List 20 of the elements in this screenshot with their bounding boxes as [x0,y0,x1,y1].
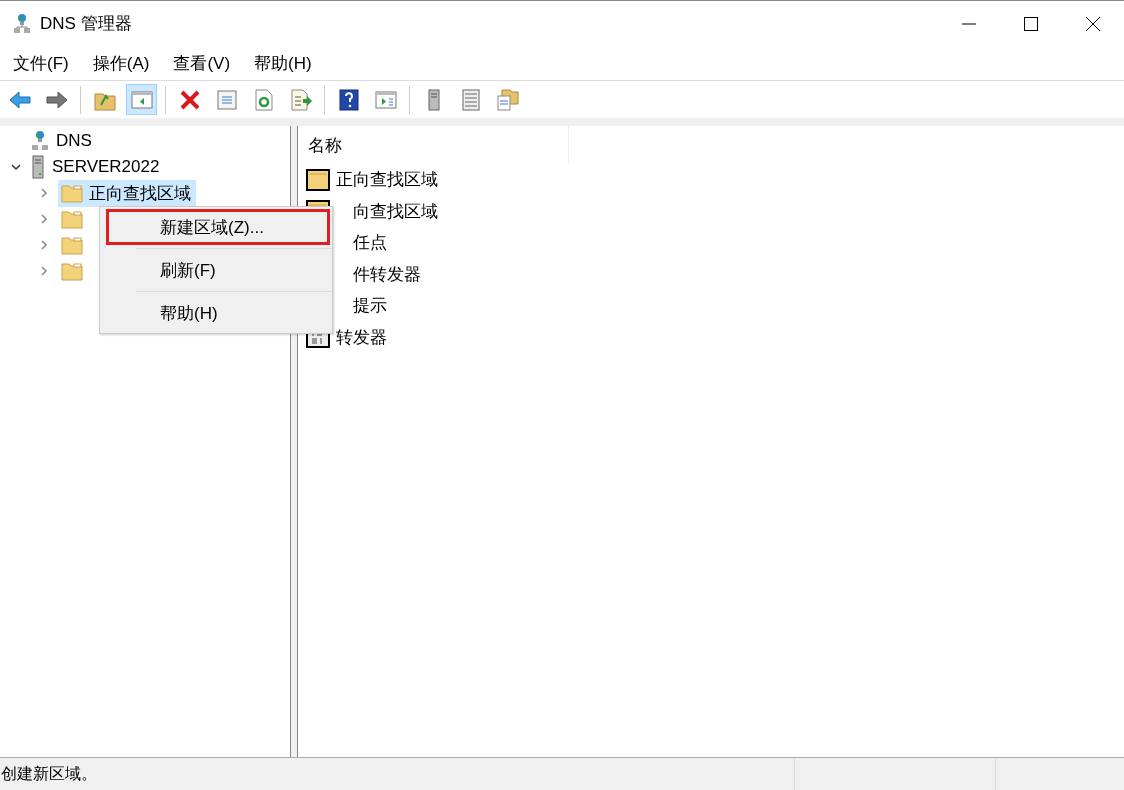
window-title: DNS 管理器 [40,13,132,35]
tree-item[interactable]: DNS [56,131,92,151]
list-item[interactable]: 提示 [336,294,387,318]
list-item[interactable]: 转发器 [336,325,387,349]
tree-item[interactable]: SERVER2022 [52,157,160,177]
menu-item[interactable]: 帮助(H) [245,51,321,75]
selected-tree-item[interactable]: 正向查找区域 [58,179,196,207]
context-menu-item[interactable]: 新建区域(Z)... [106,209,330,245]
status-text: 创建新区域。 [0,763,98,784]
list-item[interactable]: 任点 [336,231,387,255]
context-menu-item[interactable]: 刷新(F) [106,252,330,288]
context-menu-item[interactable]: 帮助(H) [106,295,330,331]
menu-item[interactable]: 操作(A) [83,51,159,75]
menu-item[interactable]: 文件(F) [4,51,78,75]
list-item[interactable]: 向查找区域 [336,199,438,223]
column-header[interactable]: 名称 [298,126,569,164]
list-item[interactable]: 件转发器 [336,262,421,286]
list-item[interactable]: 正向查找区域 [336,168,438,192]
menu-item[interactable]: 查看(V) [164,51,240,75]
tree-item-label: 正向查找区域 [89,182,191,205]
